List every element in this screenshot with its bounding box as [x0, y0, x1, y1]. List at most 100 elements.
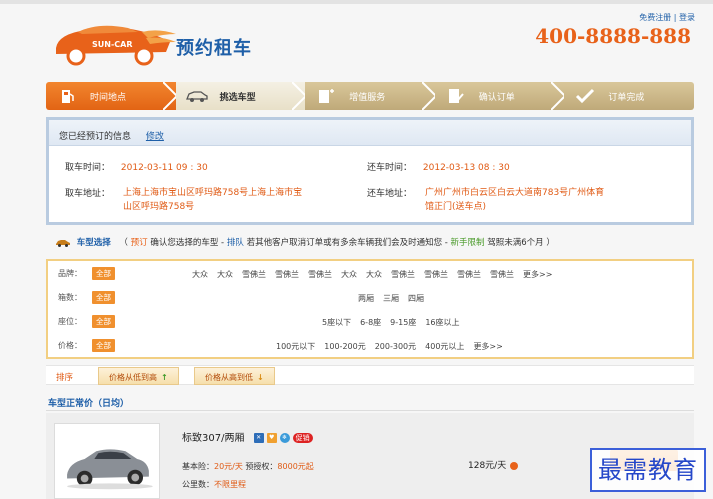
filter-option[interactable]: 雪佛兰	[457, 269, 481, 280]
filter-all-button[interactable]: 全部	[92, 266, 115, 280]
sort-price-desc-button[interactable]: 价格从高到低 ↓	[194, 367, 275, 385]
car-daily-price: 128元/天	[468, 458, 519, 471]
filter-option[interactable]: 400元以上	[425, 341, 464, 352]
filter-option[interactable]: 大众	[192, 269, 208, 280]
filter-option[interactable]: 100-200元	[324, 341, 365, 352]
step-arrow	[162, 82, 177, 110]
pickup-address-value: 上海上海市宝山区呼玛路758号上海上海市宝 山区呼玛路758号	[123, 188, 303, 212]
filter-option[interactable]: 100元以下	[276, 341, 315, 352]
booked-info-header: 您已经预订的信息 修改	[49, 120, 691, 146]
sort-price-asc-button[interactable]: 价格从低到高 ↑	[98, 367, 179, 385]
pickup-address-row: 取车地址：	[65, 186, 110, 199]
filter-all-button[interactable]: 全部	[92, 338, 115, 352]
filter-option[interactable]: 雪佛兰	[308, 269, 332, 280]
step-confirm-order[interactable]: 确认订单	[434, 82, 566, 110]
seats-options: 5座以下 6-8座 9-15座 16座以上	[322, 317, 460, 328]
filter-body: 箱数： 全部	[58, 290, 115, 304]
snowflake-badge-icon: ❄	[279, 433, 290, 443]
filter-option[interactable]: 16座以上	[425, 317, 459, 328]
return-time-value: 2012-03-13 08 : 30	[422, 163, 510, 173]
checkmark-icon	[576, 88, 595, 104]
heart-badge-icon: ♥	[266, 433, 277, 443]
booking-steps: 时间地点 挑选车型 增值服务 确认订单 订单完成	[46, 82, 694, 110]
car-icon	[56, 240, 70, 247]
queue-note-tag: 排队	[226, 238, 244, 248]
filter-option[interactable]: 两厢	[358, 293, 374, 304]
filter-option[interactable]: 6-8座	[360, 317, 381, 328]
reserve-note-tag: 预订	[130, 238, 148, 248]
step-arrow	[551, 82, 566, 110]
filter-price: 价格： 全部	[58, 338, 115, 352]
filter-option[interactable]: 大众	[366, 269, 382, 280]
step-label: 增值服务	[349, 92, 386, 103]
filter-option[interactable]: 雪佛兰	[490, 269, 514, 280]
booked-info-title: 您已经预订的信息	[59, 132, 132, 142]
price-section-title: 车型正常价（日均）	[48, 399, 130, 409]
step-order-complete[interactable]: 订单完成	[564, 82, 694, 110]
filter-all-button[interactable]: 全部	[92, 314, 115, 328]
filter-option[interactable]: 雪佛兰	[424, 269, 448, 280]
hotline-number: 400-8888-888	[535, 24, 691, 48]
section-divider	[46, 410, 694, 411]
filter-option[interactable]: 三厢	[383, 293, 399, 304]
top-divider	[0, 0, 713, 4]
filter-option[interactable]: 5座以下	[322, 317, 351, 328]
pickup-address-label: 取车地址：	[65, 189, 111, 199]
step-arrow	[421, 82, 436, 110]
return-address-row: 还车地址：	[367, 186, 412, 199]
return-address-label: 还车地址：	[367, 189, 413, 199]
pickup-time-label: 取车时间：	[65, 163, 111, 173]
filter-all-button[interactable]: 全部	[92, 290, 115, 304]
newbie-limit-tag: 新手限制	[450, 238, 485, 248]
brand-title: 预约租车	[176, 38, 252, 59]
filter-brand: 品牌： 全部	[58, 266, 115, 280]
plus-service-icon	[319, 89, 335, 103]
booked-info-panel: 您已经预订的信息 修改 取车时间： 2012-03-11 09 : 30 还车时…	[46, 117, 694, 225]
car-select-header: 车型选择 （ 预订 确认您选择的车型 - 排队 若其他客户取消订单或有多余车辆我…	[56, 236, 555, 248]
price-options: 100元以下 100-200元 200-300元 400元以上 更多>>	[276, 341, 503, 352]
pickup-time-row: 取车时间： 2012-03-11 09 : 30	[65, 160, 208, 173]
sort-label: 排序	[56, 373, 74, 383]
edit-link[interactable]: 修改	[146, 132, 164, 142]
filter-seats: 座位： 全部	[58, 314, 115, 328]
filter-option[interactable]: 雪佛兰	[242, 269, 266, 280]
pickup-time-value: 2012-03-11 09 : 30	[120, 163, 208, 173]
sun-car-logo[interactable]: SUN-CAR	[48, 18, 178, 68]
register-link[interactable]: 免费注册	[639, 13, 671, 22]
sale-badge: 促销	[292, 433, 313, 443]
step-choose-car[interactable]: 挑选车型	[175, 82, 307, 110]
filter-option[interactable]: 雪佛兰	[391, 269, 415, 280]
car-photo[interactable]	[54, 423, 160, 499]
document-pen-icon	[448, 89, 464, 103]
car-name: 标致307/两厢 ✕ ♥ ❄ 促销	[182, 429, 313, 444]
step-arrow	[292, 82, 307, 110]
watermark-stamp: 最需教育	[590, 448, 706, 492]
filter-option[interactable]: 200-300元	[375, 341, 416, 352]
step-label: 订单完成	[608, 92, 645, 103]
car-photo-graphic	[67, 449, 153, 490]
price-info-icon[interactable]	[510, 461, 519, 470]
return-address-value: 广州广州市白云区白云大道南783号广州体育 馆正门(送车点)	[425, 188, 605, 212]
filter-option[interactable]: 9-15座	[390, 317, 416, 328]
arrow-down-icon: ↓	[257, 373, 264, 382]
sort-bar: 排序 价格从低到高 ↑ 价格从高到低 ↓	[46, 365, 694, 385]
svg-text:SUN-CAR: SUN-CAR	[92, 40, 133, 49]
filter-option[interactable]: 雪佛兰	[275, 269, 299, 280]
car-filters: 品牌： 全部 大众 大众 雪佛兰 雪佛兰 雪佛兰 大众 大众 雪佛兰 雪佛兰 雪…	[46, 259, 694, 359]
brand-options: 大众 大众 雪佛兰 雪佛兰 雪佛兰 大众 大众 雪佛兰 雪佛兰 雪佛兰 雪佛兰 …	[192, 269, 552, 280]
return-time-label: 还车时间：	[367, 163, 413, 173]
car-select-title: 车型选择	[76, 238, 111, 248]
filter-option[interactable]: 四厢	[408, 293, 424, 304]
more-prices-link[interactable]: 更多>>	[473, 341, 502, 352]
account-links: 免费注册 | 登录	[639, 12, 695, 23]
step-extra-services[interactable]: 增值服务	[305, 82, 436, 110]
filter-option[interactable]: 大众	[217, 269, 233, 280]
filter-option[interactable]: 大众	[341, 269, 357, 280]
car-badges: ✕ ♥ ❄ 促销	[253, 433, 313, 443]
step-time-location[interactable]: 时间地点	[46, 82, 177, 110]
car-mileage: 公里数：不限里程	[182, 480, 246, 489]
return-time-row: 还车时间： 2012-03-13 08 : 30	[367, 160, 510, 173]
login-link[interactable]: 登录	[679, 13, 695, 22]
body-options: 两厢 三厢 四厢	[358, 293, 424, 304]
more-brands-link[interactable]: 更多>>	[523, 269, 552, 280]
